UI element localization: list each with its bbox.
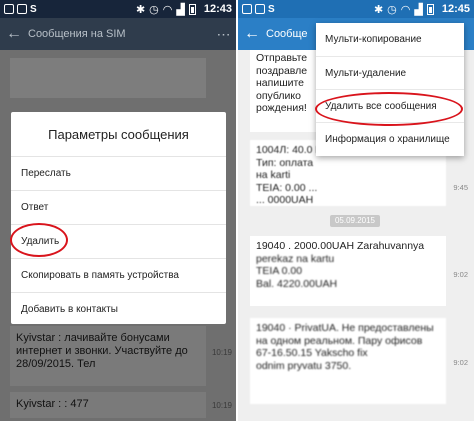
wifi-icon: ◠ (400, 3, 411, 16)
message-line: на karti (256, 169, 291, 181)
alarm-icon: ◷ (387, 3, 397, 16)
system-icons: ✱ ◷ ◠ ▟ 12:43 (136, 3, 232, 16)
sim-icon (242, 4, 252, 14)
notification-icons: S (4, 4, 37, 15)
menu-item-multi-copy[interactable]: Мульти-копирование (316, 23, 464, 56)
message-text: Kyivstar : : 477 (16, 398, 89, 410)
wifi-icon: ◠ (162, 3, 173, 16)
message-text: Kyivstar : лачивайте бонусами интернет и… (16, 332, 188, 370)
skype-icon: S (268, 3, 275, 15)
message-time: 9:02 (453, 358, 468, 367)
bluetooth-icon: ✱ (373, 3, 384, 16)
menu-item-delete-all[interactable]: Удалить все сообщения (316, 89, 464, 122)
sim-icon (4, 4, 14, 14)
message-line: Bal. 4220.00UAH (256, 277, 338, 290)
message-time: 9:45 (453, 183, 468, 192)
left-phone-screen: S ✱ ◷ ◠ ▟ 12:43 ← Сообщения на SIM ⋯ Kyi… (0, 0, 236, 421)
message-line: TEIA 0.00 (256, 265, 303, 277)
signal-icon: ▟ (176, 3, 185, 16)
forward-option[interactable]: Переслать (11, 156, 226, 190)
page-title: Сообщения на SIM (28, 28, 126, 40)
add-to-contacts-option[interactable]: Добавить в контакты (11, 292, 226, 326)
battery-icon (426, 3, 434, 15)
dimmed-message (10, 58, 206, 98)
status-time: 12:45 (441, 3, 470, 15)
battery-icon (188, 3, 196, 15)
right-phone-screen: S ✱ ◷ ◠ ▟ 12:45 ← Сообще Отправьте поздр… (238, 0, 474, 421)
message-options-dialog: Параметры сообщения Переслать Ответ Удал… (11, 112, 226, 324)
system-icons: ✱ ◷ ◠ ▟ 12:45 (374, 3, 470, 16)
notification-icons: S (242, 4, 275, 15)
overflow-menu: Мульти-копирование Мульти-удаление Удали… (316, 23, 464, 156)
signal-icon: ▟ (414, 3, 423, 16)
message-line: perekaz na kartu (256, 252, 335, 265)
menu-item-storage-info[interactable]: Информация о хранилище (316, 122, 464, 155)
message-line: 67-16.50.15 Yakscho fix (256, 347, 368, 359)
back-arrow-icon[interactable]: ← (0, 25, 28, 43)
dialog-title: Параметры сообщения (48, 126, 189, 142)
message-card[interactable]: 19040 · PrivatUA. Не предоставлены на од… (250, 318, 446, 404)
delete-option[interactable]: Удалить (11, 224, 226, 258)
message-line: Тип: оплата (256, 156, 314, 169)
message-card[interactable]: 19040 . 2000.00UAH Zarahuvannya perekaz … (250, 236, 446, 306)
message-time: 9:02 (453, 270, 468, 279)
status-bar: S ✱ ◷ ◠ ▟ 12:43 (0, 0, 236, 18)
reply-option[interactable]: Ответ (11, 190, 226, 224)
message-bubble[interactable]: Kyivstar : : 477 (10, 392, 206, 418)
message-bubble[interactable]: Kyivstar : лачивайте бонусами интернет и… (10, 326, 206, 386)
page-title: Сообще (266, 28, 308, 40)
message-line: ... 0000UAH (256, 194, 314, 206)
message-icon (255, 4, 265, 14)
copy-to-device-option[interactable]: Скопировать в память устройства (11, 258, 226, 292)
message-icon (17, 4, 27, 14)
bluetooth-icon: ✱ (135, 3, 146, 16)
screenshot-pair: S ✱ ◷ ◠ ▟ 12:43 ← Сообщения на SIM ⋯ Kyi… (0, 0, 474, 421)
back-arrow-icon[interactable]: ← (238, 25, 266, 43)
app-bar: ← Сообщения на SIM ⋯ (0, 18, 236, 50)
status-bar: S ✱ ◷ ◠ ▟ 12:45 (238, 0, 474, 18)
message-line: 19040 . 2000.00UAH Zarahuvannya (256, 240, 425, 252)
skype-icon: S (30, 3, 37, 15)
message-time: 10:19 (211, 348, 232, 357)
alarm-icon: ◷ (149, 3, 159, 16)
message-time: 10:19 (211, 401, 232, 410)
date-separator: 05.09.2015 (330, 215, 380, 227)
menu-item-multi-delete[interactable]: Мульти-удаление (316, 56, 464, 89)
message-line: на одном реальном. Пару офисов (256, 334, 423, 347)
message-line: TEIA: 0.00 ... (256, 181, 318, 194)
message-line: odnim pryvatu 3750. (256, 359, 352, 372)
message-line: 19040 · PrivatUA. Не предоставлены (256, 322, 434, 334)
more-options-icon[interactable]: ⋯ (212, 26, 236, 43)
status-time: 12:43 (203, 3, 232, 15)
